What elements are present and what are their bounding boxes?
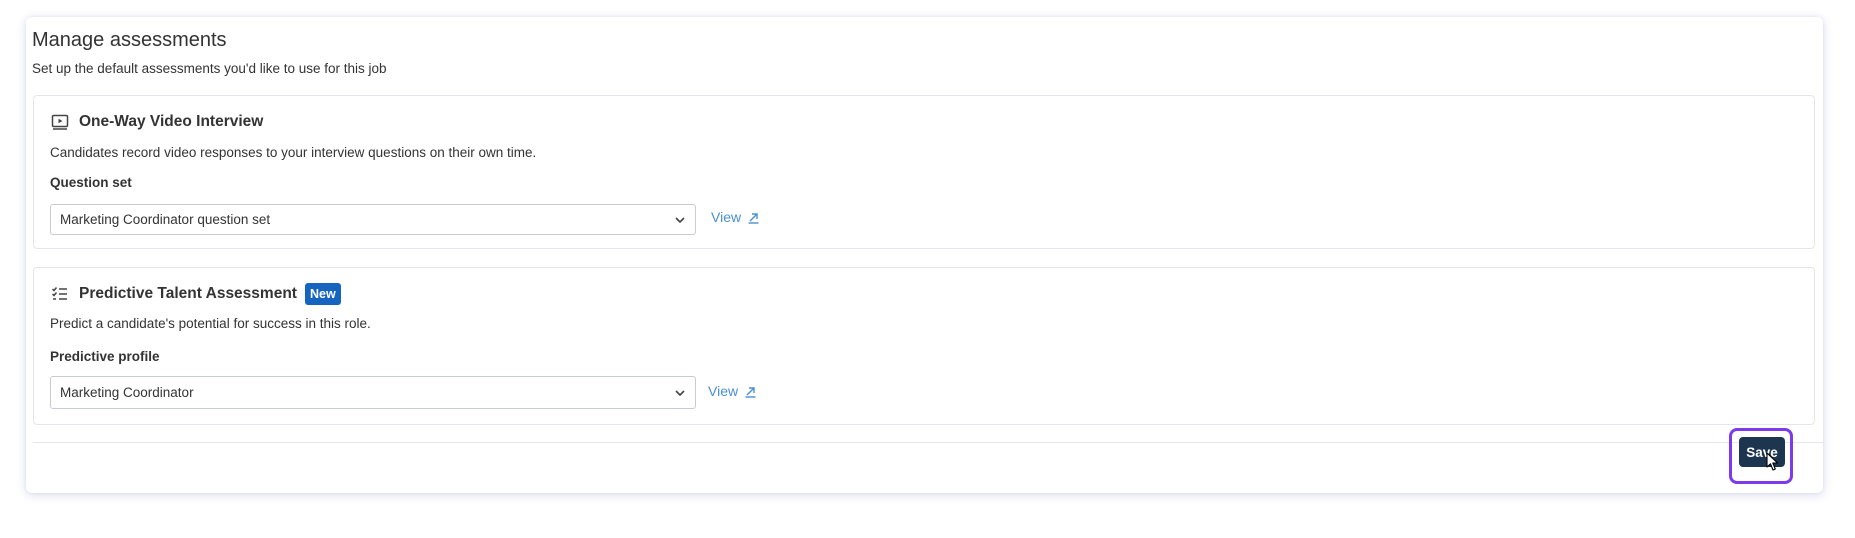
select-value: Marketing Coordinator question set — [60, 212, 271, 227]
question-set-label: Question set — [50, 175, 132, 190]
manage-assessments-card: Manage assessments Set up the default as… — [26, 17, 1823, 493]
predictive-profile-label: Predictive profile — [50, 349, 160, 364]
page-title: Manage assessments — [32, 29, 227, 51]
view-link-label: View — [711, 209, 742, 225]
section-title: One-Way Video Interview — [79, 113, 264, 130]
page-subtitle: Set up the default assessments you'd lik… — [32, 61, 387, 76]
chevron-down-icon — [673, 386, 687, 400]
view-link-label: View — [708, 383, 739, 399]
external-link-icon — [747, 211, 760, 224]
section-description: Predict a candidate's potential for succ… — [50, 316, 371, 331]
checklist-icon — [50, 284, 70, 304]
external-link-icon — [744, 385, 757, 398]
footer-divider — [33, 442, 1823, 443]
new-badge: New — [304, 283, 341, 305]
video-icon — [50, 112, 70, 132]
question-set-select[interactable]: Marketing Coordinator question set — [50, 204, 696, 235]
view-predictive-profile-link[interactable]: View — [708, 383, 757, 399]
mouse-cursor-icon — [1766, 452, 1780, 472]
section-predictive-assessment: Predictive Talent Assessment New Predict… — [33, 267, 1815, 425]
section-description: Candidates record video responses to you… — [50, 145, 537, 160]
predictive-profile-select[interactable]: Marketing Coordinator — [50, 376, 696, 409]
section-header: Predictive Talent Assessment New — [50, 283, 341, 305]
section-header: One-Way Video Interview — [50, 112, 263, 132]
section-title: Predictive Talent Assessment — [79, 285, 297, 302]
view-question-set-link[interactable]: View — [711, 209, 760, 225]
section-video-interview: One-Way Video Interview Candidates recor… — [33, 95, 1815, 249]
select-value: Marketing Coordinator — [60, 385, 194, 400]
chevron-down-icon — [673, 213, 687, 227]
